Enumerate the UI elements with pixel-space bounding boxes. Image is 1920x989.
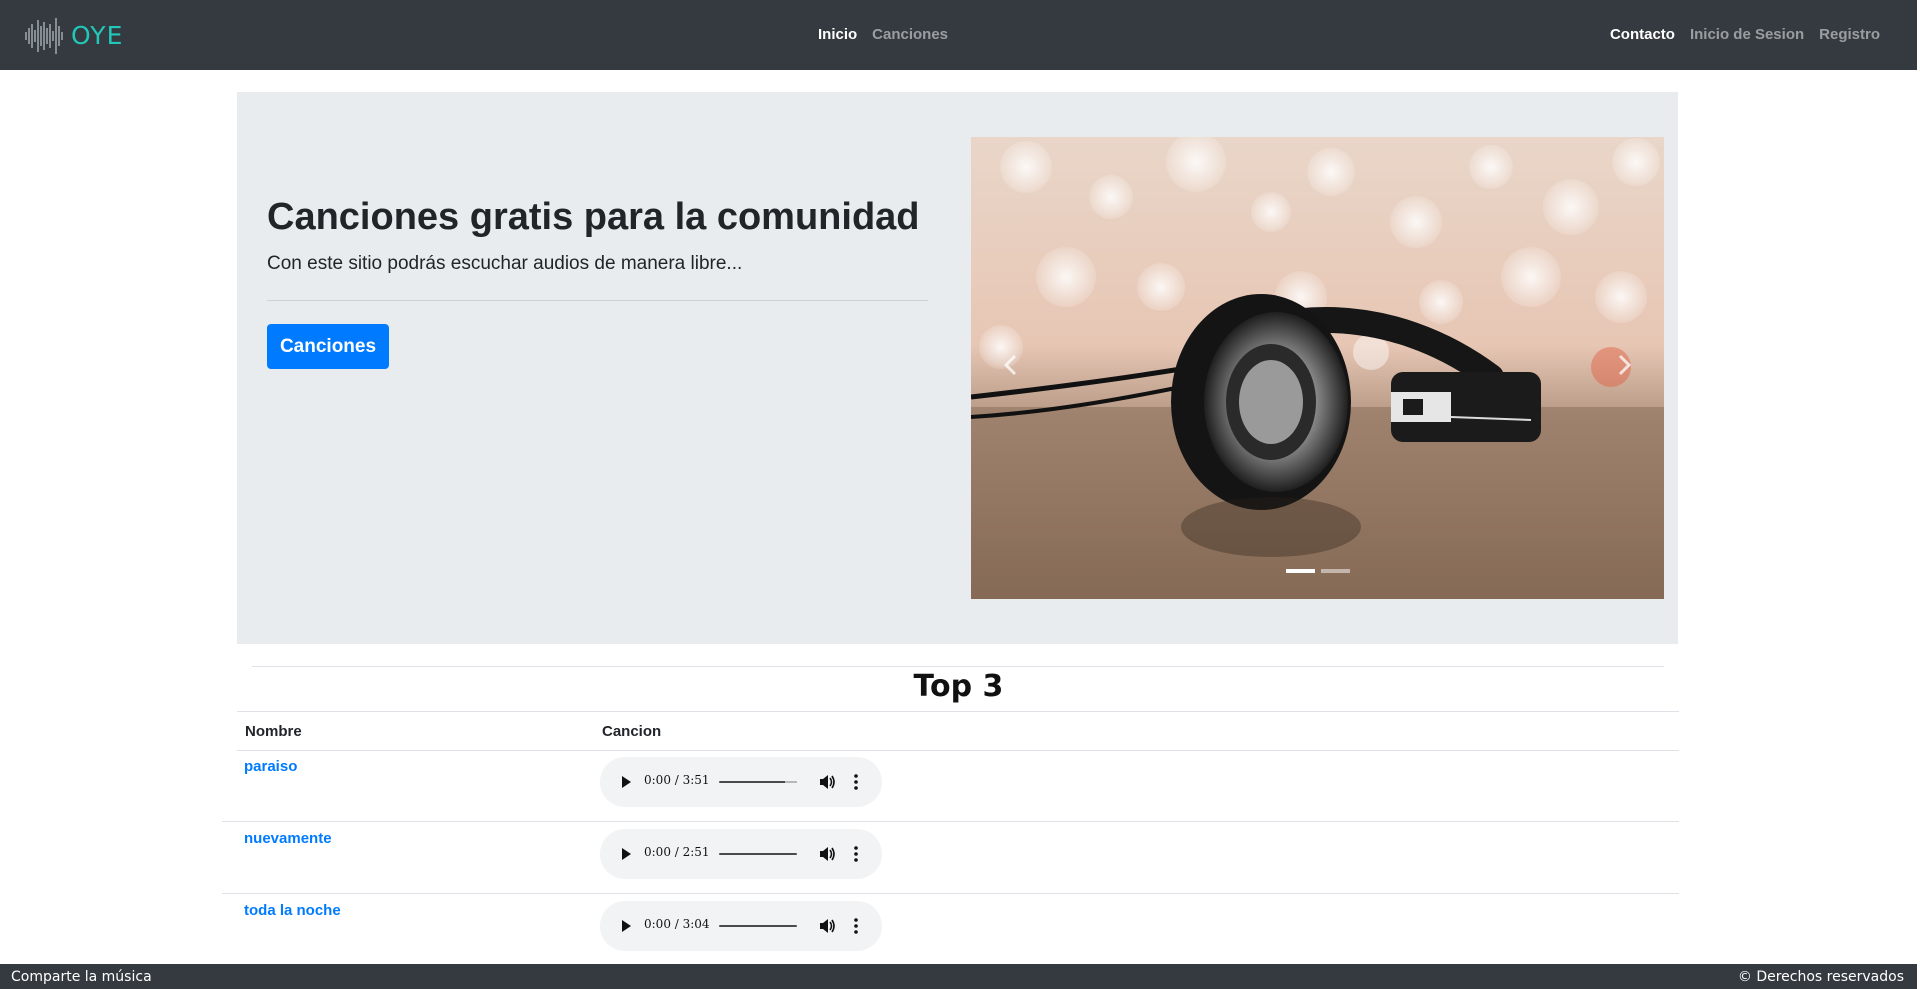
nav-link-inicio[interactable]: Inicio	[818, 26, 857, 43]
canciones-button[interactable]: Canciones	[267, 324, 389, 369]
more-options-icon[interactable]	[853, 917, 859, 935]
footer: Comparte la música © Derechos reservados	[0, 964, 1917, 989]
table-row: paraiso 0:00 / 3:51	[222, 750, 1679, 822]
column-header-cancion: Cancion	[602, 723, 662, 740]
audio-seek-bar[interactable]	[719, 781, 797, 783]
nav-link-canciones[interactable]: Canciones	[872, 26, 948, 43]
footer-copyright: © Derechos reservados	[1737, 969, 1904, 985]
hero-jumbotron: Canciones gratis para la comunidad Con e…	[237, 92, 1678, 644]
audio-player: 0:00 / 3:04	[600, 901, 882, 951]
audio-time: 0:00 / 3:51	[644, 773, 710, 787]
table-row: toda la noche 0:00 / 3:04	[222, 894, 1679, 965]
play-icon[interactable]	[620, 847, 632, 861]
audio-time: 0:00 / 3:04	[644, 917, 710, 931]
carousel-prev-button[interactable]	[991, 345, 1031, 385]
hero-divider	[267, 300, 928, 301]
footer-tagline: Comparte la música	[11, 969, 152, 985]
song-link[interactable]: nuevamente	[244, 830, 332, 847]
nav-link-contacto[interactable]: Contacto	[1610, 26, 1675, 43]
table-row: nuevamente 0:00 / 2:51	[222, 822, 1679, 894]
volume-icon[interactable]	[818, 773, 836, 791]
play-icon[interactable]	[620, 775, 632, 789]
soundwave-icon	[25, 18, 63, 54]
navbar: OYE Inicio Canciones Contacto Inicio de …	[0, 0, 1917, 70]
table-header: Nombre Cancion	[237, 711, 1679, 751]
brand-logo[interactable]: OYE	[24, 14, 123, 58]
volume-icon[interactable]	[818, 917, 836, 935]
hero-title: Canciones gratis para la comunidad	[267, 196, 920, 238]
carousel-indicator[interactable]	[1321, 569, 1350, 573]
nav-link-inicio-sesion[interactable]: Inicio de Sesion	[1690, 26, 1804, 43]
more-options-icon[interactable]	[853, 845, 859, 863]
seek-remaining	[785, 781, 797, 783]
song-link[interactable]: paraiso	[244, 758, 297, 775]
headphones-photo	[971, 137, 1664, 599]
chevron-right-icon	[1618, 354, 1632, 376]
play-icon[interactable]	[620, 919, 632, 933]
audio-time: 0:00 / 2:51	[644, 845, 710, 859]
top-title: Top 3	[913, 669, 1004, 704]
audio-seek-bar[interactable]	[719, 925, 797, 927]
more-options-icon[interactable]	[853, 773, 859, 791]
carousel-next-button[interactable]	[1604, 345, 1644, 385]
volume-icon[interactable]	[818, 845, 836, 863]
nav-link-registro[interactable]: Registro	[1819, 26, 1880, 43]
main-nav: Inicio Canciones	[818, 26, 948, 43]
column-header-nombre: Nombre	[245, 723, 302, 740]
audio-player: 0:00 / 3:51	[600, 757, 882, 807]
image-carousel[interactable]	[971, 137, 1664, 599]
carousel-indicators	[1286, 569, 1350, 573]
hero-lead: Con este sitio podrás escuchar audios de…	[267, 253, 743, 274]
carousel-indicator[interactable]	[1286, 569, 1315, 573]
brand-name[interactable]: OYE	[71, 21, 123, 50]
audio-seek-bar[interactable]	[719, 853, 797, 855]
account-nav: Contacto Inicio de Sesion Registro	[1610, 26, 1880, 43]
song-link[interactable]: toda la noche	[244, 902, 341, 919]
chevron-left-icon	[1003, 354, 1017, 376]
audio-player: 0:00 / 2:51	[600, 829, 882, 879]
